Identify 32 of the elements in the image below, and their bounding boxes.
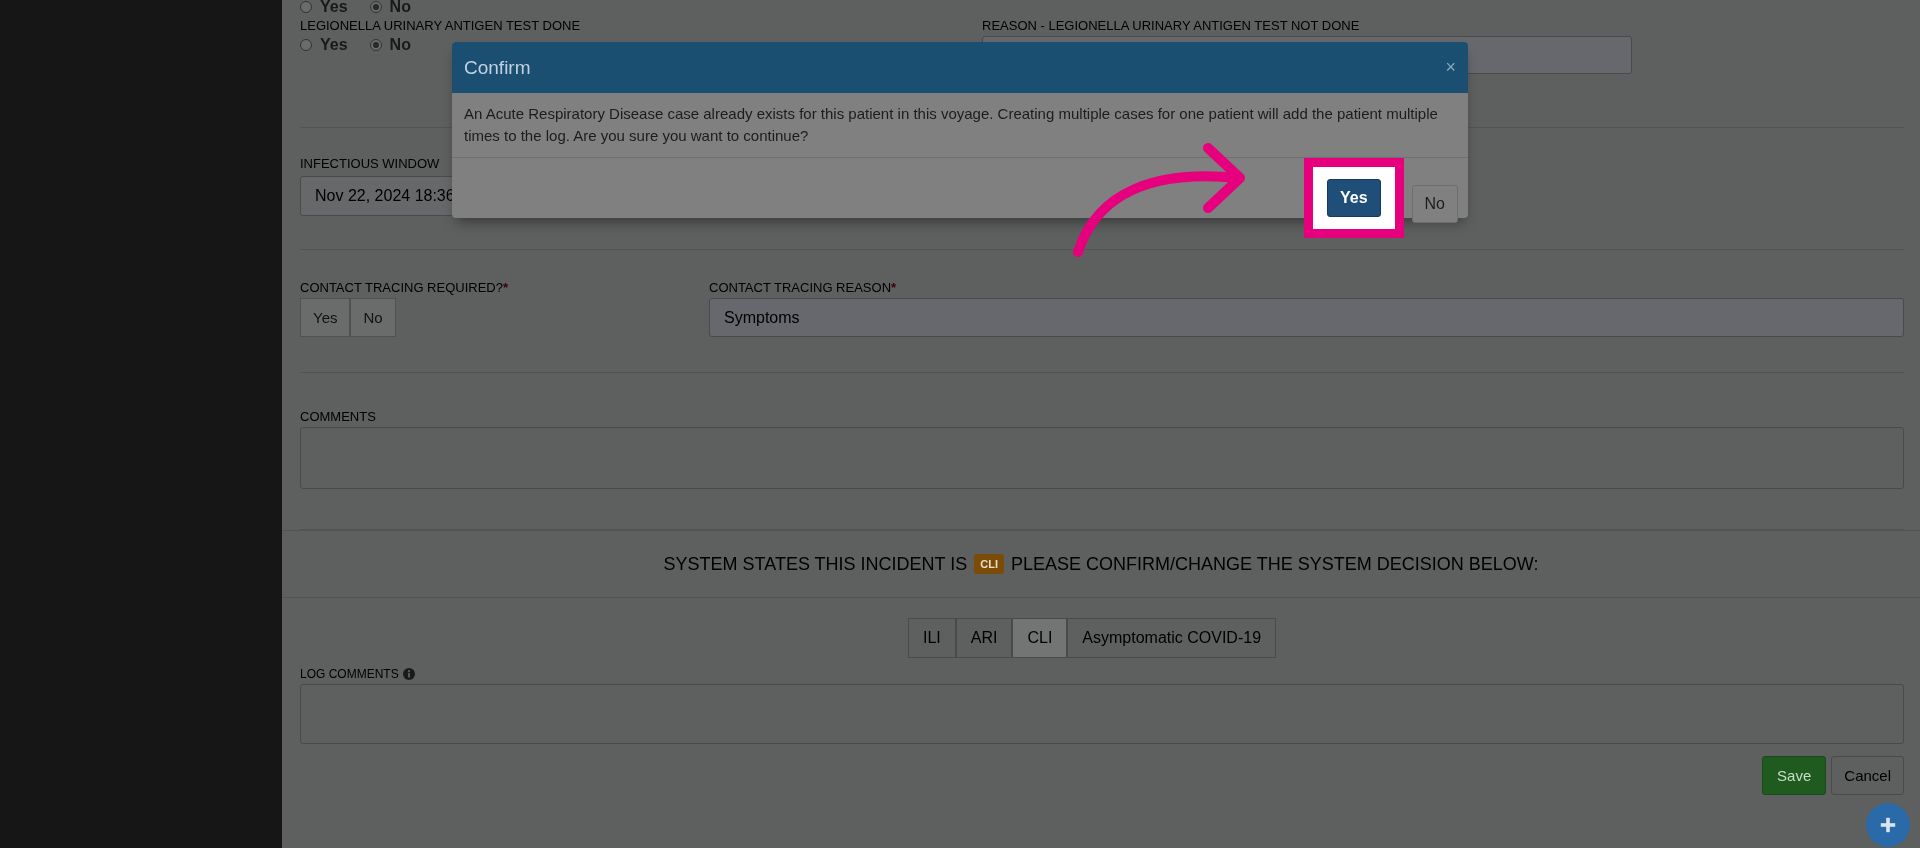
radio-option[interactable]: Yes	[300, 0, 348, 16]
close-button[interactable]: ×	[1445, 57, 1456, 78]
classification-button[interactable]: ILI	[907, 618, 956, 658]
field-label: LOG COMMENTS	[300, 666, 399, 682]
classification-button[interactable]: CLI	[1012, 618, 1068, 658]
dialog-button[interactable]: No	[1411, 185, 1458, 223]
dialog-title: Confirm	[464, 56, 531, 79]
field-label: LEGIONELLA URINARY ANTIGEN TEST DONE	[300, 18, 582, 34]
field-label: REASON - LEGIONELLA URINARY ANTIGEN TEST NOT DONE	[982, 18, 1361, 34]
banner-text: SYSTEM STATES THIS INCIDENT IS	[663, 553, 968, 575]
field-label: CONTACT TRACING REQUIRED?	[300, 280, 503, 295]
radio-option[interactable]: No	[369, 0, 411, 16]
classification-button[interactable]: ARI	[955, 618, 1013, 658]
classification-button[interactable]: Asymptomatic COVID-19	[1067, 618, 1277, 658]
dialog-message: An Acute Respiratory Disease case already exists for this patient in this voyage. Creating multiple cases for one patient will add the patient multiple times to the log. Are you sure you want to continue?	[452, 93, 1468, 158]
field-label: CONTACT TRACING REASON	[709, 280, 892, 295]
field-label: INFECTIOUS WINDOW	[300, 156, 441, 172]
toggle-button[interactable]: No	[350, 298, 396, 337]
required-mark: *	[891, 280, 897, 295]
radio-option[interactable]: Yes	[300, 36, 348, 54]
cancel-button[interactable]: Cancel	[1831, 756, 1904, 795]
status-badge: CLI	[974, 554, 1004, 574]
info-icon[interactable]	[402, 668, 415, 680]
plus-icon	[1879, 816, 1897, 834]
save-button[interactable]: Save	[1762, 756, 1827, 795]
dialog-button[interactable]: Yes	[1326, 179, 1381, 217]
radio-option[interactable]: No	[369, 36, 411, 54]
field-label: COMMENTS	[300, 409, 377, 425]
required-mark: *	[502, 280, 509, 295]
toggle-button[interactable]: Yes	[300, 298, 351, 337]
banner-text: PLEASE CONFIRM/CHANGE THE SYSTEM DECISION BELOW:	[1011, 553, 1539, 575]
select-field[interactable]: Symptoms	[709, 298, 1904, 337]
